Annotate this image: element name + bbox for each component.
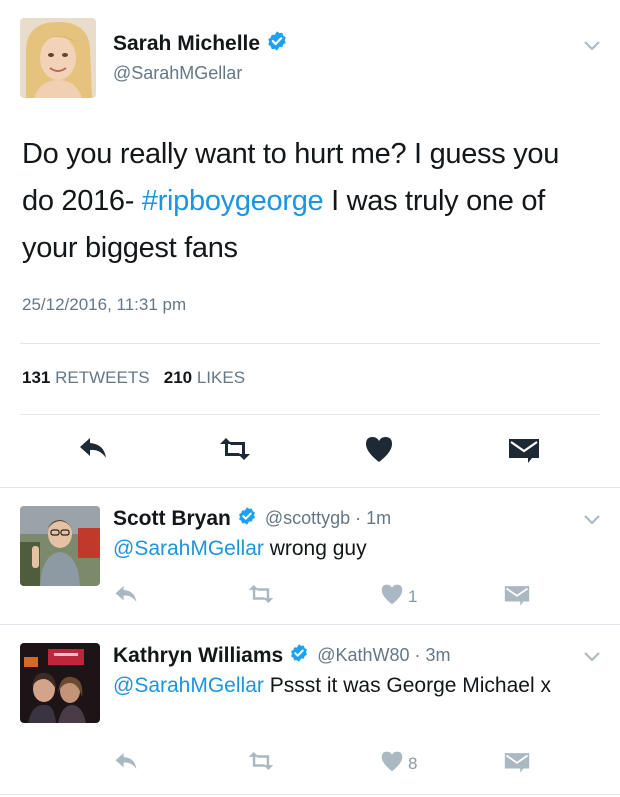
like-count: 1 <box>408 586 418 606</box>
reply-time[interactable]: · 3m <box>415 645 451 666</box>
like-button[interactable] <box>364 435 394 468</box>
retweet-button[interactable] <box>246 585 276 608</box>
reply-icon <box>114 584 138 609</box>
like-heart-icon <box>364 435 394 468</box>
retweets-label[interactable]: RETWEETS <box>55 368 149 387</box>
author-name-row: Sarah Michelle <box>113 30 288 57</box>
direct-message-button[interactable] <box>508 437 540 468</box>
avatar[interactable] <box>20 506 100 586</box>
retweet-icon <box>217 438 253 465</box>
avatar[interactable] <box>20 18 96 98</box>
tweet-timestamp[interactable]: 25/12/2016, 11:31 pm <box>22 295 186 315</box>
retweet-button[interactable] <box>217 438 253 465</box>
mention-link[interactable]: @SarahMGellar <box>113 537 264 560</box>
direct-message-icon <box>508 437 540 468</box>
reply-icon <box>114 751 138 776</box>
reply-tweet: Scott Bryan @scottygb · 1m @SarahMGellar… <box>0 488 620 624</box>
reply-name-row: Kathryn Williams @KathW80 · 3m <box>113 643 451 668</box>
direct-message-icon <box>504 751 530 778</box>
author-handle[interactable]: @KathW80 <box>317 645 409 666</box>
verified-badge-icon <box>237 506 257 531</box>
chevron-down-icon[interactable] <box>582 649 602 668</box>
direct-message-icon <box>504 584 530 611</box>
retweet-icon <box>246 585 276 608</box>
reply-name-row: Scott Bryan @scottygb · 1m <box>113 506 391 531</box>
reply-text: @SarahMGellar Pssst it was George Michae… <box>113 670 603 702</box>
chevron-down-icon[interactable] <box>582 38 602 57</box>
mention-link[interactable]: @SarahMGellar <box>113 674 264 697</box>
retweet-icon <box>246 752 276 775</box>
main-tweet: Sarah Michelle @SarahMGellar Do you real… <box>0 0 620 488</box>
like-count[interactable]: 210 <box>164 368 192 387</box>
like-button[interactable]: 8 <box>380 750 417 777</box>
reply-button[interactable] <box>114 751 138 776</box>
reply-time[interactable]: · 1m <box>355 508 391 529</box>
verified-badge-icon <box>289 643 309 668</box>
author-name[interactable]: Scott Bryan <box>113 507 231 531</box>
tweet-text: Do you really want to hurt me? I guess y… <box>22 131 592 272</box>
chevron-down-icon[interactable] <box>582 512 602 531</box>
like-heart-icon <box>380 750 404 777</box>
verified-badge-icon <box>266 30 288 57</box>
divider <box>0 794 620 795</box>
reply-actions: 1 <box>0 580 620 620</box>
avatar[interactable] <box>20 643 100 723</box>
divider <box>20 343 600 344</box>
hashtag-link[interactable]: #ripboygeorge <box>142 185 324 217</box>
retweet-button[interactable] <box>246 752 276 775</box>
author-name[interactable]: Sarah Michelle <box>113 32 260 56</box>
reply-actions: 8 <box>0 747 620 787</box>
engagement-stats: 131 RETWEETS 210 LIKES <box>22 368 245 388</box>
reply-icon <box>78 436 108 465</box>
reply-text: @SarahMGellar wrong guy <box>113 533 603 565</box>
like-count: 8 <box>408 753 418 773</box>
reply-text-body: Pssst it was George Michael x <box>263 674 551 697</box>
reply-tweet: Kathryn Williams @KathW80 · 3m @SarahMGe… <box>0 625 620 797</box>
like-heart-icon <box>380 583 404 610</box>
retweet-count[interactable]: 131 <box>22 368 50 387</box>
reply-text-body: wrong guy <box>263 537 367 560</box>
direct-message-button[interactable] <box>504 751 530 778</box>
author-name[interactable]: Kathryn Williams <box>113 644 283 668</box>
like-button[interactable]: 1 <box>380 583 417 610</box>
direct-message-button[interactable] <box>504 584 530 611</box>
author-handle[interactable]: @SarahMGellar <box>113 63 242 84</box>
tweet-actions <box>0 432 620 472</box>
reply-button[interactable] <box>114 584 138 609</box>
likes-label[interactable]: LIKES <box>197 368 245 387</box>
author-handle[interactable]: @scottygb <box>265 508 350 529</box>
divider <box>20 414 600 415</box>
reply-button[interactable] <box>78 436 108 465</box>
